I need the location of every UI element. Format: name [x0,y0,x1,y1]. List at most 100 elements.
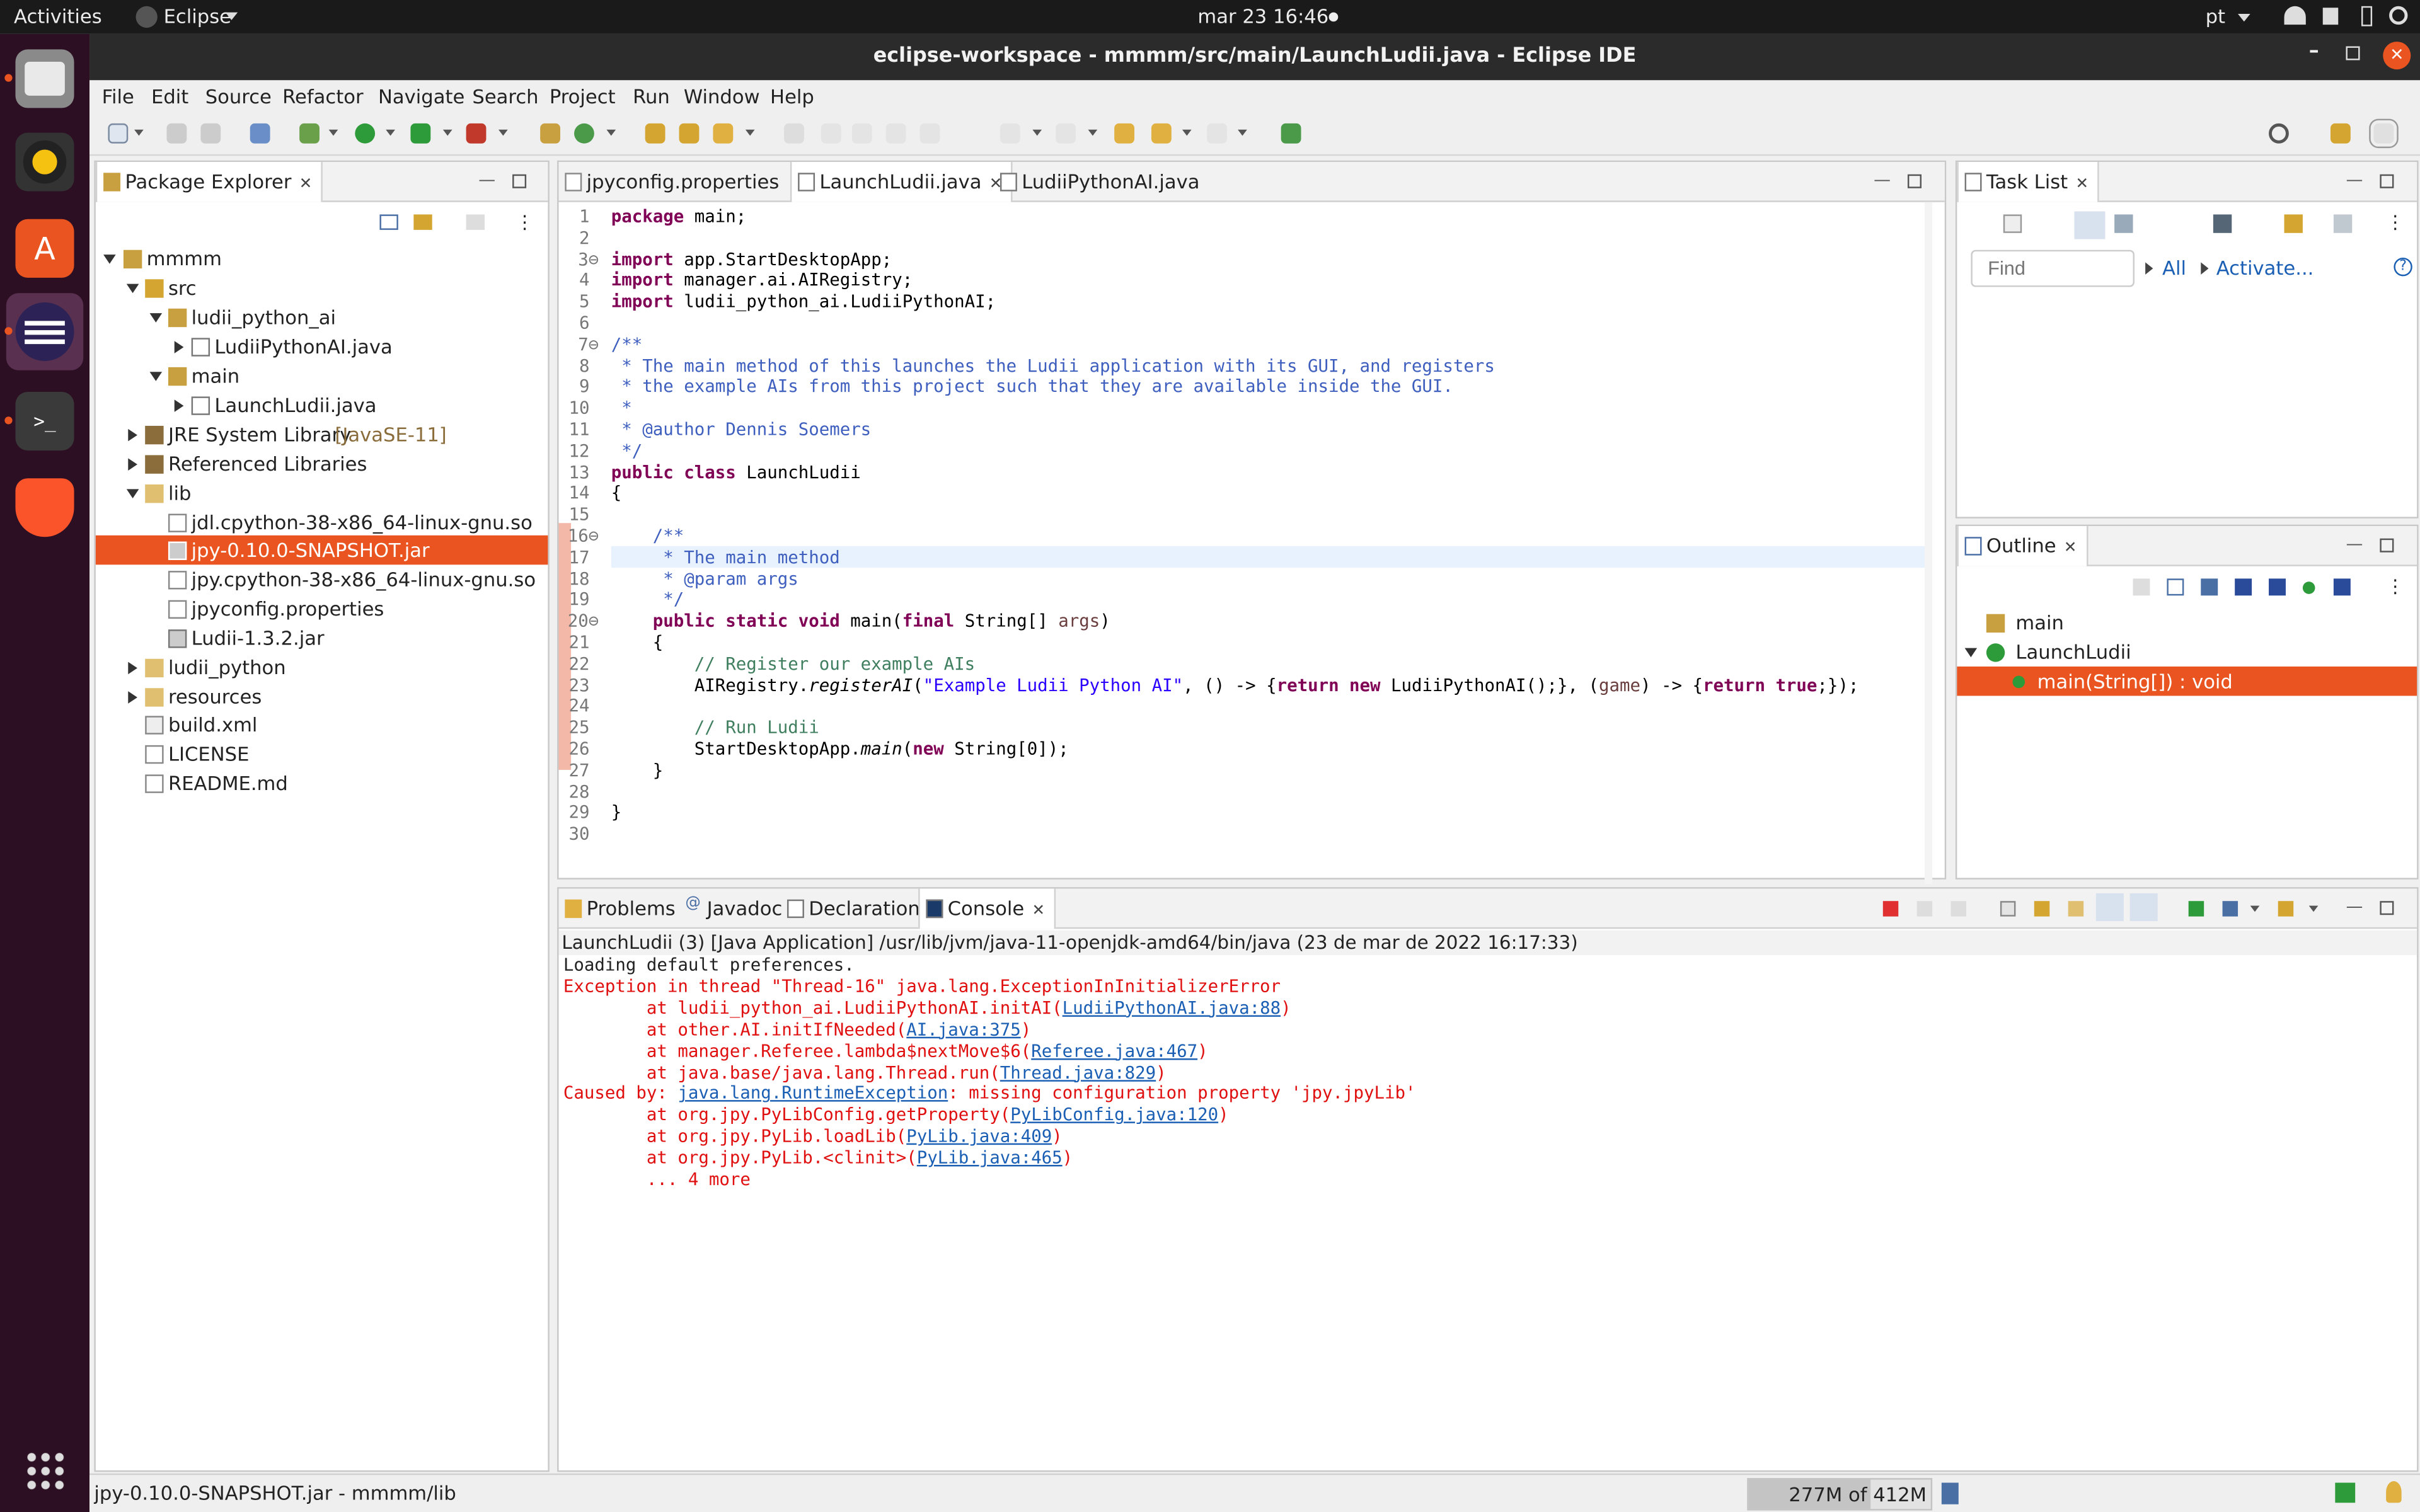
view-menu-icon[interactable]: ⋮ [2386,575,2404,597]
stack-trace-link[interactable]: PyLib.java:409 [906,1126,1052,1147]
stack-trace-link[interactable]: Referee.java:467 [1031,1041,1197,1061]
tree-item-jre[interactable]: JRE System Library [JavaSE-11] [96,420,548,449]
new-java-project-icon[interactable] [540,123,560,144]
tree-item-package[interactable]: main [96,361,548,391]
chevron-down-icon[interactable] [1032,129,1042,136]
perspective-icon[interactable] [2369,118,2399,149]
categorized-icon[interactable] [2074,211,2106,239]
view-menu-icon[interactable]: ⋮ [2386,212,2404,233]
show-stdout-icon[interactable] [2095,893,2124,922]
tree-item-referenced-libraries[interactable]: Referenced Libraries [96,449,548,479]
menu-run[interactable]: Run [633,85,670,108]
new-task-icon[interactable] [2003,214,2022,233]
scroll-lock-icon[interactable] [2034,901,2050,917]
stack-trace-link[interactable]: LudiiPythonAI.java:88 [1063,998,1281,1018]
save-icon[interactable] [166,123,187,144]
activities-button[interactable]: Activities [14,4,102,28]
chevron-down-icon[interactable] [1182,129,1192,136]
wifi-icon[interactable] [2284,6,2306,25]
open-perspective-icon[interactable] [2330,123,2351,144]
back-icon[interactable] [1151,123,1172,144]
tab-problems[interactable]: Problems [559,889,685,929]
word-wrap-icon[interactable] [2068,901,2084,917]
toggle-icon[interactable] [919,123,940,144]
close-icon[interactable]: ✕ [1032,903,1045,920]
save-all-icon[interactable] [200,123,221,144]
volume-icon[interactable] [2322,8,2339,25]
close-button[interactable]: ✕ [2383,42,2411,70]
collapse-all-icon[interactable] [2167,578,2184,596]
trash-icon[interactable] [1941,1482,1959,1504]
chevron-down-icon[interactable] [2308,905,2319,912]
remove-launch-icon[interactable] [1916,901,1933,917]
view-menu-icon[interactable]: ⋮ [516,212,534,233]
annotation-icon[interactable] [784,123,804,144]
maximize-view-button[interactable] [512,174,527,188]
sync-icon[interactable] [2284,214,2303,233]
search-tool-icon[interactable] [713,123,734,144]
tree-item-lib[interactable]: lib [96,478,548,508]
display-console-icon[interactable] [2222,901,2238,917]
chevron-down-icon[interactable] [442,129,452,136]
hide-static-icon[interactable] [2269,578,2286,596]
tree-item-folder[interactable]: ludii_python [96,653,548,682]
show-stderr-icon[interactable] [2129,893,2158,922]
hide-local-types-icon[interactable] [2333,578,2351,596]
menu-refactor[interactable]: Refactor [282,85,363,108]
tree-item-java-file[interactable]: LudiiPythonAI.java [96,332,548,362]
stack-trace-link[interactable]: PyLibConfig.java:120 [1010,1105,1218,1125]
maximize-button[interactable] [2346,46,2360,60]
tab-jpyconfig[interactable]: jpyconfig.properties [559,162,788,202]
tree-item-project[interactable]: mmmm [96,244,548,273]
chevron-down-icon[interactable] [745,129,755,136]
menu-project[interactable]: Project [550,85,616,108]
power-icon[interactable] [2389,6,2408,25]
minimize-view-button[interactable]: — [1874,169,1891,190]
software-icon[interactable]: A [15,219,74,278]
pin-editor-icon[interactable] [1281,123,1301,144]
keyboard-layout[interactable]: pt [2206,4,2225,28]
tree-item-package[interactable]: ludii_python_ai [96,302,548,332]
external-tools-icon[interactable] [466,123,487,144]
open-console-icon[interactable] [2278,901,2294,917]
menu-file[interactable]: File [102,85,134,108]
search-icon[interactable] [2269,123,2289,144]
chevron-down-icon[interactable] [2250,905,2260,912]
toggle-icon[interactable] [885,123,906,144]
new-icon[interactable] [108,123,129,144]
new-class-icon[interactable] [574,123,594,144]
focus-active-icon[interactable] [2133,578,2150,596]
tree-item-file[interactable]: README.md [96,769,548,798]
open-type-icon[interactable] [645,123,666,144]
maximize-view-button[interactable] [2380,538,2394,553]
help-icon[interactable]: ? [2394,257,2412,277]
brave-icon[interactable] [15,478,74,537]
clear-console-icon[interactable] [2000,901,2016,917]
close-icon[interactable]: ✕ [2064,540,2077,557]
tree-item-file[interactable]: jdl.cpython-38-x86_64-linux-gnu.so [96,508,548,537]
tab-outline[interactable]: Outline ✕ [1957,526,2088,566]
open-task-icon[interactable] [679,123,700,144]
chevron-down-icon[interactable] [386,129,395,136]
coverage-icon[interactable] [410,123,431,144]
close-icon[interactable]: ✕ [2075,176,2089,193]
outline-item-class[interactable]: LaunchLudii [1957,637,2417,667]
window-titlebar[interactable]: eclipse-workspace - mmmm/src/main/Launch… [89,33,2420,81]
tree-item-src[interactable]: src [96,273,548,302]
pin-console-icon[interactable] [2188,901,2204,917]
prev-annotation-icon[interactable] [1056,123,1076,144]
hide-nonpublic-icon[interactable] [2302,581,2315,594]
repository-icon[interactable] [2333,214,2353,233]
maximize-view-button[interactable] [2380,174,2394,188]
stack-trace-link[interactable]: PyLib.java:465 [917,1148,1063,1168]
activate-link[interactable]: Activate... [2216,256,2314,280]
stack-trace-link[interactable]: Thread.java:829 [1000,1062,1156,1082]
stack-trace-link[interactable]: AI.java:375 [906,1019,1020,1040]
debug-icon[interactable] [299,123,320,144]
maximize-view-button[interactable] [1907,174,1922,188]
focus-icon[interactable] [2213,214,2232,233]
tab-ludiipythonai[interactable]: LudiiPythonAI.java [994,162,1209,202]
menu-window[interactable]: Window [684,85,760,108]
filter-icon[interactable] [466,214,485,230]
hide-fields-icon[interactable] [2235,578,2252,596]
